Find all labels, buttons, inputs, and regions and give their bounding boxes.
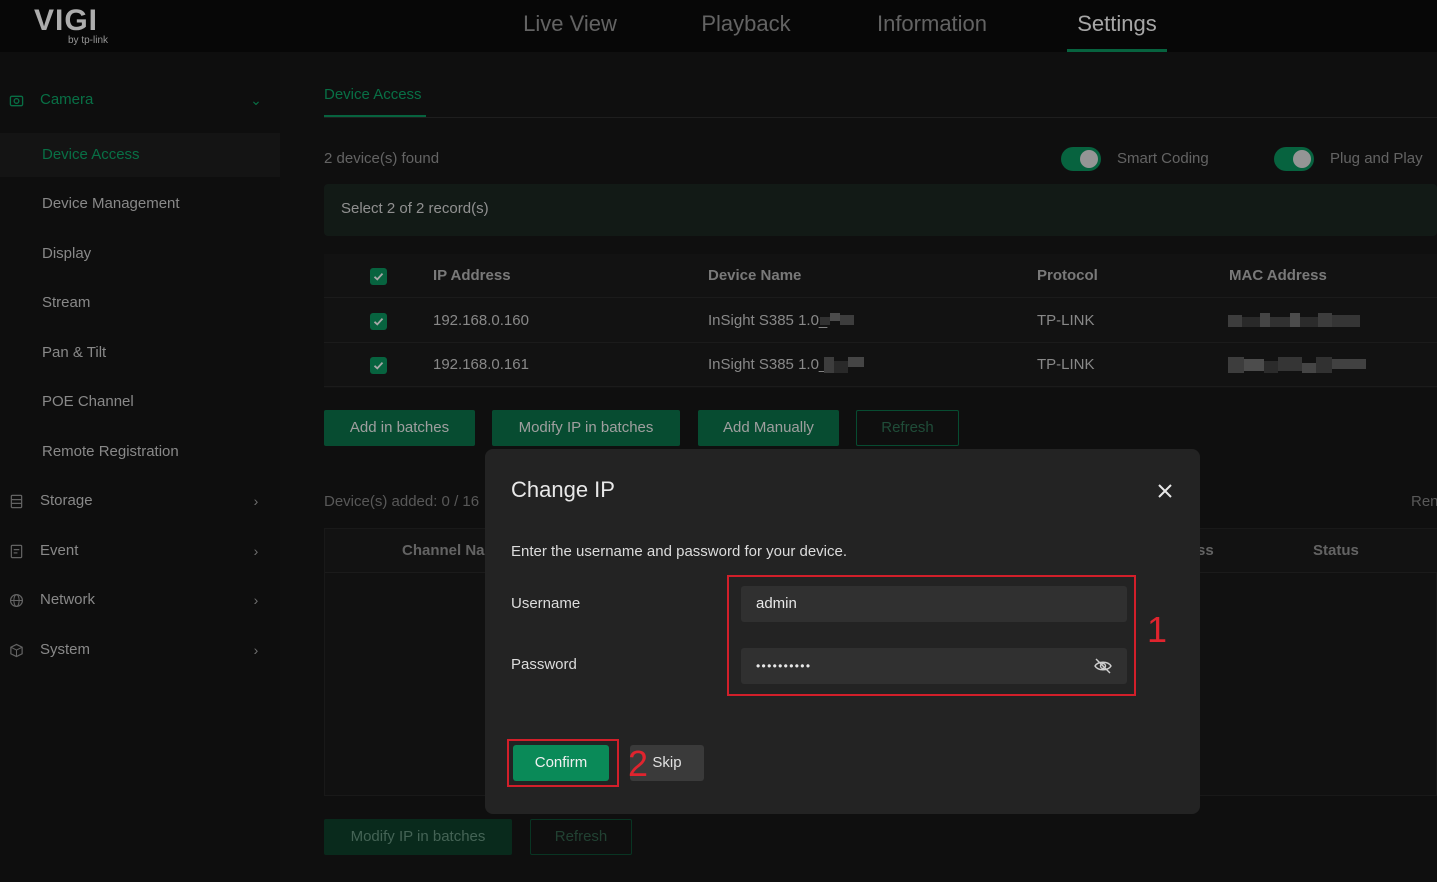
password-label: Password (511, 656, 577, 673)
close-icon[interactable] (1155, 481, 1175, 501)
dialog-title: Change IP (511, 477, 615, 502)
step-2-annotation: 2 (628, 743, 649, 784)
username-label: Username (511, 595, 581, 612)
step-1-annotation: 1 (1147, 609, 1168, 650)
highlight-box-confirm (507, 739, 619, 787)
dialog-description: Enter the username and password for your… (511, 543, 848, 560)
change-ip-dialog: Change IP Enter the username and passwor… (485, 449, 1200, 814)
highlight-box-credentials (727, 575, 1136, 696)
